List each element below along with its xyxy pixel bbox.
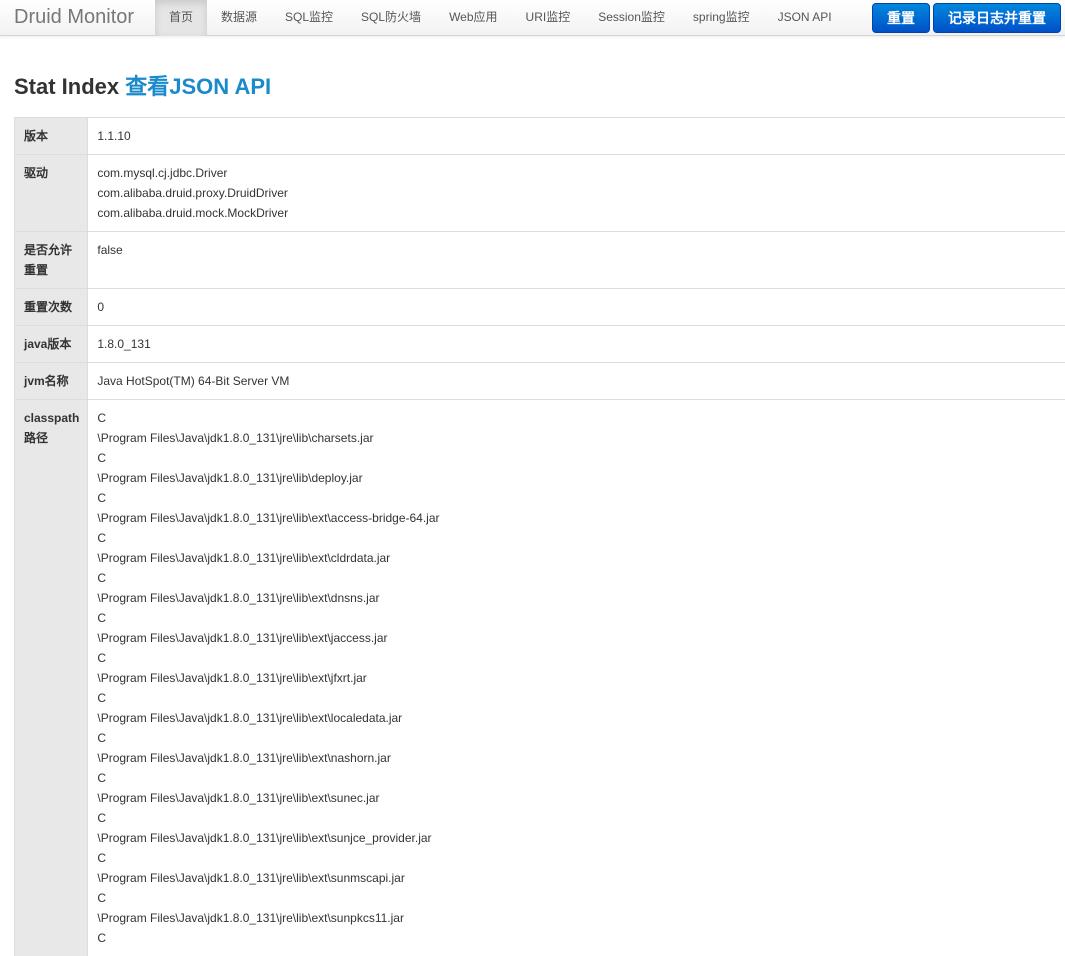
stat-value-line: \Program Files\Java\jdk1.8.0_131\jre\lib…: [97, 428, 1065, 448]
stat-value-line: C: [97, 568, 1065, 588]
stat-value-line: C: [97, 448, 1065, 468]
stat-label: classpath路径: [15, 400, 88, 956]
stat-row-java-version: java版本 1.8.0_131: [15, 326, 1065, 363]
stat-value-line: \Program Files\Java\jdk1.8.0_131\jre\lib…: [97, 788, 1065, 808]
stat-value: 1.1.10: [88, 118, 1065, 155]
nav-item-sql[interactable]: SQL监控: [271, 0, 347, 36]
log-and-reset-button[interactable]: 记录日志并重置: [933, 3, 1061, 33]
stat-value-line: C: [97, 648, 1065, 668]
stat-value-line: C: [97, 688, 1065, 708]
stat-value-line: C: [97, 408, 1065, 428]
stat-row-reset-enable: 是否允许重置 false: [15, 232, 1065, 289]
stat-value-line: com.mysql.cj.jdbc.Driver: [97, 163, 1065, 183]
json-api-link[interactable]: 查看JSON API: [125, 74, 271, 99]
stat-value-line: com.alibaba.druid.proxy.DruidDriver: [97, 183, 1065, 203]
stat-value-line: C: [97, 848, 1065, 868]
stat-label: jvm名称: [15, 363, 88, 400]
stat-value-line: C: [97, 608, 1065, 628]
stat-value-line: C: [97, 728, 1065, 748]
stat-value-line: \Program Files\Java\jdk1.8.0_131\jre\lib…: [97, 668, 1065, 688]
stat-value-line: \Program Files\Java\jdk1.8.0_131\jre\lib…: [97, 548, 1065, 568]
stat-value: false: [88, 232, 1065, 289]
stat-value-line: \Program Files\Java\jdk1.8.0_131\jre\lib…: [97, 588, 1065, 608]
stat-table: 版本1.1.10驱动com.mysql.cj.jdbc.Drivercom.al…: [14, 117, 1065, 956]
nav-item-spring[interactable]: spring监控: [679, 0, 764, 36]
stat-value-line: Java HotSpot(TM) 64-Bit Server VM: [97, 371, 1065, 391]
stat-label: java版本: [15, 326, 88, 363]
stat-label: 版本: [15, 118, 88, 155]
nav-item-home[interactable]: 首页: [155, 0, 207, 36]
stat-value: com.mysql.cj.jdbc.Drivercom.alibaba.drui…: [88, 155, 1065, 232]
stat-value-line: C: [97, 808, 1065, 828]
navbar: Druid Monitor 首页 数据源 SQL监控 SQL防火墙 Web应用 …: [0, 0, 1065, 36]
nav-item-session[interactable]: Session监控: [584, 0, 679, 36]
page-title: Stat Index 查看JSON API: [14, 72, 271, 102]
nav-item-webapp[interactable]: Web应用: [435, 0, 511, 36]
stat-label: 是否允许重置: [15, 232, 88, 289]
stat-value-line: \Program Files\Java\jdk1.8.0_131\jre\lib…: [97, 908, 1065, 928]
stat-value: C\Program Files\Java\jdk1.8.0_131\jre\li…: [88, 400, 1065, 956]
stat-value-line: \Program Files\Java\jdk1.8.0_131\jre\lib…: [97, 468, 1065, 488]
nav-item-datasource[interactable]: 数据源: [207, 0, 271, 36]
stat-value-line: 0: [97, 297, 1065, 317]
stat-value-line: C: [97, 528, 1065, 548]
stat-label: 重置次数: [15, 289, 88, 326]
stat-value-line: false: [97, 240, 1065, 260]
nav-menu: 首页 数据源 SQL监控 SQL防火墙 Web应用 URI监控 Session监…: [155, 0, 846, 36]
brand[interactable]: Druid Monitor: [14, 6, 134, 28]
stat-value-line: \Program Files\Java\jdk1.8.0_131\jre\lib…: [97, 628, 1065, 648]
stat-row-version: 版本 1.1.10: [15, 118, 1065, 155]
stat-row-reset-count: 重置次数 0: [15, 289, 1065, 326]
stat-value-line: C: [97, 928, 1065, 948]
stat-value-line: \Program Files\Java\jdk1.8.0_131\jre\lib…: [97, 868, 1065, 888]
stat-row-drivers: 驱动com.mysql.cj.jdbc.Drivercom.alibaba.dr…: [15, 155, 1065, 232]
stat-value-line: C: [97, 888, 1065, 908]
stat-value-line: \Program Files\Java\jdk1.8.0_131\jre\lib…: [97, 828, 1065, 848]
nav-item-json-api[interactable]: JSON API: [764, 0, 846, 36]
stat-row-jvm-name: jvm名称 Java HotSpot(TM) 64-Bit Server VM: [15, 363, 1065, 400]
page-title-text: Stat Index: [14, 74, 119, 99]
stat-value-line: 1.1.10: [97, 126, 1065, 146]
stat-value: 1.8.0_131: [88, 326, 1065, 363]
stat-value-line: C: [97, 768, 1065, 788]
stat-value-line: com.alibaba.druid.mock.MockDriver: [97, 203, 1065, 223]
stat-value: Java HotSpot(TM) 64-Bit Server VM: [88, 363, 1065, 400]
stat-value-line: C: [97, 488, 1065, 508]
stat-value-line: 1.8.0_131: [97, 334, 1065, 354]
nav-item-uri[interactable]: URI监控: [512, 0, 585, 36]
stat-value: 0: [88, 289, 1065, 326]
stat-value-line: \Program Files\Java\jdk1.8.0_131\jre\lib…: [97, 508, 1065, 528]
stat-value-line: \Program Files\Java\jdk1.8.0_131\jre\lib…: [97, 748, 1065, 768]
stat-label: 驱动: [15, 155, 88, 232]
reset-button[interactable]: 重置: [872, 3, 930, 33]
stat-row-classpath: classpath路径C\Program Files\Java\jdk1.8.0…: [15, 400, 1065, 956]
nav-item-wall[interactable]: SQL防火墙: [347, 0, 435, 36]
stat-value-line: \Program Files\Java\jdk1.8.0_131\jre\lib…: [97, 708, 1065, 728]
